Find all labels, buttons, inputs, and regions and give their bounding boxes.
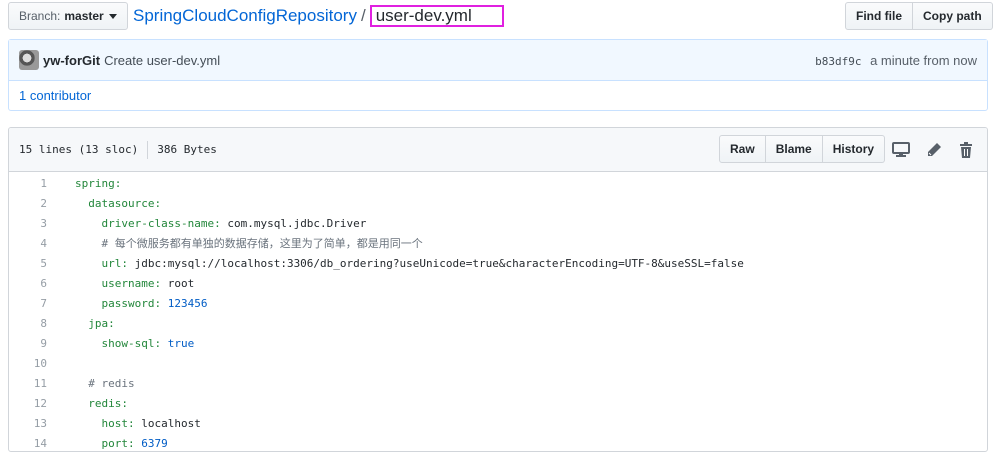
line-number[interactable]: 4 xyxy=(9,237,49,250)
code-line: 10 xyxy=(9,353,987,373)
history-button[interactable]: History xyxy=(822,135,886,163)
line-number[interactable]: 6 xyxy=(9,277,49,290)
yaml-key: spring: xyxy=(75,176,122,190)
file-size: 386 Bytes xyxy=(157,143,217,156)
code-text: host: localhost xyxy=(49,417,201,430)
line-number[interactable]: 7 xyxy=(9,297,49,310)
yaml-key: username: xyxy=(101,276,162,290)
breadcrumb-repo-link[interactable]: SpringCloudConfigRepository xyxy=(133,6,357,26)
line-number[interactable]: 5 xyxy=(9,257,49,270)
code-text: port: 6379 xyxy=(49,437,168,450)
file-actions-button-group: Raw Blame History xyxy=(719,135,886,163)
line-number[interactable]: 11 xyxy=(9,377,49,390)
line-number[interactable]: 12 xyxy=(9,397,49,410)
code-line: 1 spring: xyxy=(9,173,987,193)
line-number[interactable]: 1 xyxy=(9,177,49,190)
line-number[interactable]: 10 xyxy=(9,357,49,370)
code-line: 13 host: localhost xyxy=(9,413,987,433)
branch-selector-button[interactable]: Branch: master xyxy=(8,2,128,30)
commit-tease: yw-forGit Create user-dev.yml b83df9c a … xyxy=(8,39,988,111)
code-text: show-sql: true xyxy=(49,336,195,350)
line-number[interactable]: 3 xyxy=(9,217,49,230)
commit-message-link[interactable]: Create user-dev.yml xyxy=(104,53,220,68)
code-line: 9 show-sql: true xyxy=(9,333,987,353)
yaml-key: jpa: xyxy=(88,316,115,330)
yaml-value: localhost xyxy=(134,416,201,430)
code-text: jpa: xyxy=(49,317,115,330)
find-file-button[interactable]: Find file xyxy=(845,2,913,30)
yaml-value: 6379 xyxy=(134,436,168,450)
yaml-key: host: xyxy=(101,416,135,430)
code-text: url: jdbc:mysql://localhost:3306/db_orde… xyxy=(49,257,744,270)
code-line: 12 redis: xyxy=(9,393,987,413)
yaml-value: true xyxy=(161,336,195,350)
branch-name: master xyxy=(64,9,104,23)
branch-label: Branch: xyxy=(19,9,61,23)
code-line: 7 password: 123456 xyxy=(9,293,987,313)
contributors-link[interactable]: 1 contributor xyxy=(19,88,91,103)
line-number[interactable]: 9 xyxy=(9,337,49,350)
contributors-row: 1 contributor xyxy=(9,81,987,110)
desktop-icon[interactable] xyxy=(891,140,911,160)
breadcrumb: SpringCloudConfigRepository / user-dev.y… xyxy=(133,5,504,27)
code-line: 6 username: root xyxy=(9,273,987,293)
yaml-value: jdbc:mysql://localhost:3306/db_ordering?… xyxy=(128,256,744,270)
yaml-key: show-sql: xyxy=(101,336,162,350)
yaml-value: root xyxy=(161,276,195,290)
code-text: password: 123456 xyxy=(49,296,208,310)
code-text: datasource: xyxy=(49,197,161,210)
code-line: 5 url: jdbc:mysql://localhost:3306/db_or… xyxy=(9,253,987,273)
avatar[interactable] xyxy=(19,50,39,70)
trash-icon[interactable] xyxy=(956,140,976,160)
commit-meta: b83df9c a minute from now xyxy=(815,53,977,68)
yaml-key: url: xyxy=(101,256,129,270)
code-text: spring: xyxy=(49,177,121,190)
line-number[interactable]: 13 xyxy=(9,417,49,430)
code-line: 11 # redis xyxy=(9,373,987,393)
raw-button[interactable]: Raw xyxy=(719,135,766,163)
pencil-icon[interactable] xyxy=(924,140,944,160)
code-text: # redis xyxy=(49,376,135,390)
line-number[interactable]: 8 xyxy=(9,317,49,330)
line-number[interactable]: 2 xyxy=(9,197,49,210)
code-line: 3 driver-class-name: com.mysql.jdbc.Driv… xyxy=(9,213,987,233)
line-number[interactable]: 14 xyxy=(9,437,49,450)
code-lines: 1 spring: 2 datasource: 3 driver-class-name… xyxy=(9,172,987,451)
file-header: 15 lines (13 sloc) 386 Bytes Raw Blame H… xyxy=(9,128,987,172)
breadcrumb-file-name: user-dev.yml xyxy=(369,5,504,27)
file-nav-button-group: Find file Copy path xyxy=(845,2,993,30)
yaml-value: 123456 xyxy=(161,296,208,310)
code-text: # 每个微服务都有单独的数据存储，这里为了简单，都是用同一个 xyxy=(49,235,423,251)
file-line-count: 15 lines (13 sloc) xyxy=(19,143,139,156)
code-line: 4 # 每个微服务都有单独的数据存储，这里为了简单，都是用同一个 xyxy=(9,233,987,253)
code-text: username: root xyxy=(49,276,195,290)
yaml-key: port: xyxy=(101,436,135,450)
commit-author-link[interactable]: yw-forGit xyxy=(43,53,100,68)
caret-down-icon xyxy=(108,13,117,19)
yaml-value: com.mysql.jdbc.Driver xyxy=(220,216,367,230)
blame-button[interactable]: Blame xyxy=(765,135,823,163)
file-info-divider xyxy=(147,140,149,159)
file-info: 15 lines (13 sloc) 386 Bytes xyxy=(19,140,217,159)
code-text: redis: xyxy=(49,397,128,410)
commit-sha-link[interactable]: b83df9c xyxy=(815,55,861,68)
yaml-key: redis: xyxy=(88,396,128,410)
file-navigation: Branch: master SpringCloudConfigReposito… xyxy=(0,0,998,34)
yaml-key: datasource: xyxy=(88,196,162,210)
code-text: driver-class-name: com.mysql.jdbc.Driver xyxy=(49,216,367,230)
copy-path-button[interactable]: Copy path xyxy=(913,2,993,30)
yaml-comment: # 每个微服务都有单独的数据存储，这里为了简单，都是用同一个 xyxy=(101,237,423,250)
code-line: 2 datasource: xyxy=(9,193,987,213)
yaml-key: password: xyxy=(101,296,162,310)
code-line: 14 port: 6379 xyxy=(9,433,987,451)
yaml-key: driver-class-name: xyxy=(101,216,221,230)
latest-commit-row: yw-forGit Create user-dev.yml b83df9c a … xyxy=(9,40,987,81)
file-viewer: 15 lines (13 sloc) 386 Bytes Raw Blame H… xyxy=(8,127,988,452)
breadcrumb-separator: / xyxy=(360,6,366,25)
commit-time: a minute from now xyxy=(870,52,977,68)
yaml-comment: # redis xyxy=(88,376,135,390)
code-line: 8 jpa: xyxy=(9,313,987,333)
